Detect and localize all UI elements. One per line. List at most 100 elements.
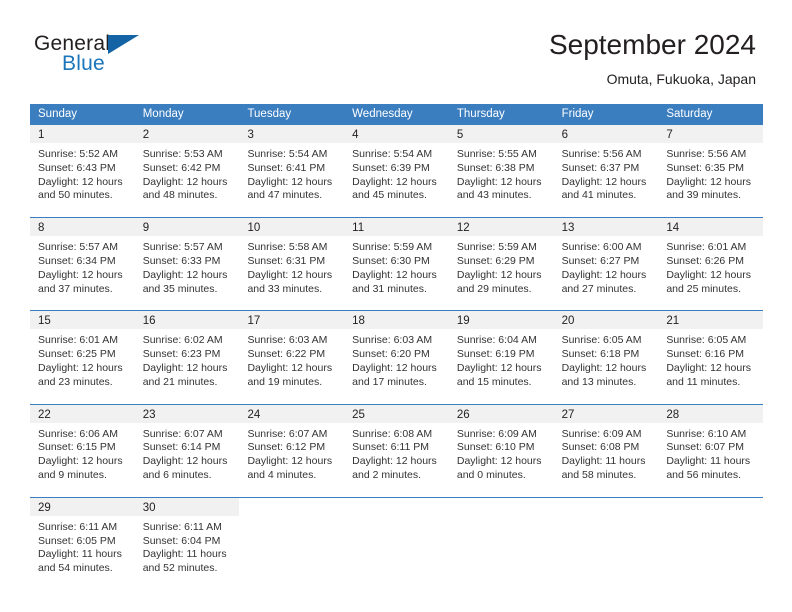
calendar-page: General Blue September 2024 Omuta, Fukuo… [0, 0, 792, 612]
sunrise-text: Sunrise: 6:09 AM [456, 427, 537, 440]
day-details: Sunrise: 6:03 AM Sunset: 6:22 PM Dayligh… [239, 329, 344, 395]
day-cell[interactable]: 29 Sunrise: 6:11 AM Sunset: 6:05 PM Dayl… [30, 497, 135, 582]
sunset-text: Sunset: 6:10 PM [456, 441, 535, 454]
daylight-text: Daylight: 12 hours and 2 minutes. [352, 455, 437, 481]
daylight-text: Daylight: 12 hours and 9 minutes. [38, 455, 123, 481]
day-details: Sunrise: 5:59 AM Sunset: 6:29 PM Dayligh… [449, 236, 554, 302]
day-cell-empty [658, 497, 764, 582]
weekday-header-row: Sunday Monday Tuesday Wednesday Thursday… [30, 104, 763, 125]
daylight-text: Daylight: 12 hours and 27 minutes. [561, 268, 647, 295]
day-cell[interactable]: 24 Sunrise: 6:07 AM Sunset: 6:12 PM Dayl… [239, 404, 345, 489]
sunrise-text: Sunrise: 6:03 AM [352, 334, 433, 347]
sunrise-text: Sunrise: 5:58 AM [247, 241, 328, 254]
sunrise-text: Sunrise: 6:08 AM [352, 427, 433, 440]
day-number: 12 [448, 218, 554, 237]
sunrise-text: Sunrise: 6:03 AM [247, 334, 328, 347]
day-number: 1 [30, 125, 135, 143]
day-number: 25 [344, 404, 449, 423]
sunrise-text: Sunrise: 5:59 AM [456, 241, 537, 254]
day-cell[interactable]: 26 Sunrise: 6:09 AM Sunset: 6:10 PM Dayl… [448, 404, 554, 489]
day-details: Sunrise: 6:10 AM Sunset: 6:07 PM Dayligh… [658, 423, 763, 489]
day-cell[interactable]: 1 Sunrise: 5:52 AM Sunset: 6:43 PM Dayli… [30, 125, 135, 210]
daylight-text: Daylight: 11 hours and 58 minutes. [561, 455, 646, 481]
day-cell[interactable]: 20 Sunrise: 6:05 AM Sunset: 6:18 PM Dayl… [553, 311, 659, 396]
weekday-header-monday: Monday [142, 108, 184, 120]
day-cell[interactable]: 12 Sunrise: 5:59 AM Sunset: 6:29 PM Dayl… [448, 218, 554, 303]
day-cell[interactable]: 14 Sunrise: 6:01 AM Sunset: 6:26 PM Dayl… [658, 218, 764, 303]
sunrise-text: Sunrise: 5:56 AM [666, 148, 747, 160]
daylight-text: Daylight: 11 hours and 52 minutes. [142, 548, 227, 575]
sunset-text: Sunset: 6:42 PM [142, 161, 221, 174]
sunrise-text: Sunrise: 6:04 AM [456, 334, 537, 347]
day-number: 19 [448, 311, 554, 330]
day-number: 21 [658, 311, 764, 330]
day-number: 10 [239, 218, 345, 237]
daylight-text: Daylight: 12 hours and 11 minutes. [666, 361, 751, 388]
day-details: Sunrise: 5:55 AM Sunset: 6:38 PM Dayligh… [449, 143, 554, 209]
day-cell[interactable]: 19 Sunrise: 6:04 AM Sunset: 6:19 PM Dayl… [448, 311, 554, 396]
daylight-text: Daylight: 12 hours and 39 minutes. [666, 175, 751, 202]
day-details: Sunrise: 6:05 AM Sunset: 6:16 PM Dayligh… [658, 329, 763, 395]
day-cell[interactable]: 25 Sunrise: 6:08 AM Sunset: 6:11 PM Dayl… [344, 404, 449, 489]
day-cell[interactable]: 11 Sunrise: 5:59 AM Sunset: 6:30 PM Dayl… [344, 218, 449, 303]
day-cell[interactable]: 7 Sunrise: 5:56 AM Sunset: 6:35 PM Dayli… [658, 125, 764, 210]
day-cell[interactable]: 21 Sunrise: 6:05 AM Sunset: 6:16 PM Dayl… [658, 311, 764, 396]
sunset-text: Sunset: 6:38 PM [456, 161, 535, 174]
day-cell[interactable]: 17 Sunrise: 6:03 AM Sunset: 6:22 PM Dayl… [239, 311, 345, 396]
sunset-text: Sunset: 6:16 PM [666, 348, 744, 361]
sunset-text: Sunset: 6:23 PM [142, 348, 221, 361]
sunset-text: Sunset: 6:25 PM [38, 348, 116, 361]
sunset-text: Sunset: 6:30 PM [352, 254, 430, 267]
day-number: 28 [658, 404, 764, 423]
sunrise-text: Sunrise: 6:10 AM [666, 427, 747, 440]
daylight-text: Daylight: 12 hours and 43 minutes. [456, 175, 542, 202]
day-number: 5 [448, 125, 554, 143]
sunset-text: Sunset: 6:26 PM [666, 254, 744, 267]
day-cell[interactable]: 22 Sunrise: 6:06 AM Sunset: 6:15 PM Dayl… [30, 404, 135, 489]
calendar-grid: Sunday Monday Tuesday Wednesday Thursday… [30, 104, 764, 582]
day-number: 6 [553, 125, 659, 143]
day-cell[interactable]: 23 Sunrise: 6:07 AM Sunset: 6:14 PM Dayl… [134, 404, 240, 489]
day-details: Sunrise: 6:07 AM Sunset: 6:14 PM Dayligh… [135, 423, 240, 489]
weekday-header-friday: Friday [561, 108, 594, 120]
sunrise-text: Sunrise: 6:05 AM [561, 334, 642, 347]
sunset-text: Sunset: 6:20 PM [352, 348, 430, 361]
sunset-text: Sunset: 6:05 PM [38, 534, 116, 547]
day-cell[interactable]: 18 Sunrise: 6:03 AM Sunset: 6:20 PM Dayl… [344, 311, 449, 396]
weekday-header-tuesday: Tuesday [247, 108, 292, 120]
daylight-text: Daylight: 12 hours and 33 minutes. [247, 268, 333, 295]
day-cell[interactable]: 16 Sunrise: 6:02 AM Sunset: 6:23 PM Dayl… [134, 311, 240, 396]
sunrise-text: Sunrise: 5:53 AM [142, 148, 223, 160]
brand-logo[interactable]: General Blue [34, 32, 234, 80]
day-cell[interactable]: 4 Sunrise: 5:54 AM Sunset: 6:39 PM Dayli… [344, 125, 449, 210]
day-details: Sunrise: 6:03 AM Sunset: 6:20 PM Dayligh… [344, 329, 449, 395]
day-cell[interactable]: 5 Sunrise: 5:55 AM Sunset: 6:38 PM Dayli… [448, 125, 554, 210]
day-cell[interactable]: 6 Sunrise: 5:56 AM Sunset: 6:37 PM Dayli… [553, 125, 659, 210]
day-cell-empty [553, 497, 659, 582]
sunset-text: Sunset: 6:04 PM [142, 534, 221, 547]
sunrise-text: Sunrise: 6:06 AM [38, 427, 118, 440]
sunset-text: Sunset: 6:08 PM [561, 441, 640, 454]
day-cell[interactable]: 10 Sunrise: 5:58 AM Sunset: 6:31 PM Dayl… [239, 218, 345, 303]
day-details: Sunrise: 6:06 AM Sunset: 6:15 PM Dayligh… [30, 423, 135, 489]
day-cell[interactable]: 30 Sunrise: 6:11 AM Sunset: 6:04 PM Dayl… [134, 497, 240, 582]
sunrise-text: Sunrise: 6:00 AM [561, 241, 642, 254]
day-cell[interactable]: 9 Sunrise: 5:57 AM Sunset: 6:33 PM Dayli… [134, 218, 240, 303]
day-details: Sunrise: 6:02 AM Sunset: 6:23 PM Dayligh… [135, 329, 240, 395]
sunrise-text: Sunrise: 6:07 AM [247, 427, 328, 440]
day-cell[interactable]: 15 Sunrise: 6:01 AM Sunset: 6:25 PM Dayl… [30, 311, 135, 396]
daylight-text: Daylight: 12 hours and 29 minutes. [456, 268, 542, 295]
triangle-logo-icon [108, 35, 139, 54]
day-cell[interactable]: 27 Sunrise: 6:09 AM Sunset: 6:08 PM Dayl… [553, 404, 659, 489]
day-cell[interactable]: 8 Sunrise: 5:57 AM Sunset: 6:34 PM Dayli… [30, 218, 135, 303]
sunset-text: Sunset: 6:19 PM [456, 348, 535, 361]
day-cell[interactable]: 28 Sunrise: 6:10 AM Sunset: 6:07 PM Dayl… [658, 404, 764, 489]
day-details: Sunrise: 6:11 AM Sunset: 6:04 PM Dayligh… [135, 516, 240, 582]
page-header: General Blue September 2024 Omuta, Fukuo… [0, 0, 792, 87]
sunset-text: Sunset: 6:37 PM [561, 161, 640, 174]
day-cell[interactable]: 3 Sunrise: 5:54 AM Sunset: 6:41 PM Dayli… [239, 125, 345, 210]
day-cell[interactable]: 2 Sunrise: 5:53 AM Sunset: 6:42 PM Dayli… [134, 125, 240, 210]
day-cell[interactable]: 13 Sunrise: 6:00 AM Sunset: 6:27 PM Dayl… [553, 218, 659, 303]
day-number: 29 [30, 497, 135, 516]
daylight-text: Daylight: 12 hours and 17 minutes. [352, 361, 437, 388]
